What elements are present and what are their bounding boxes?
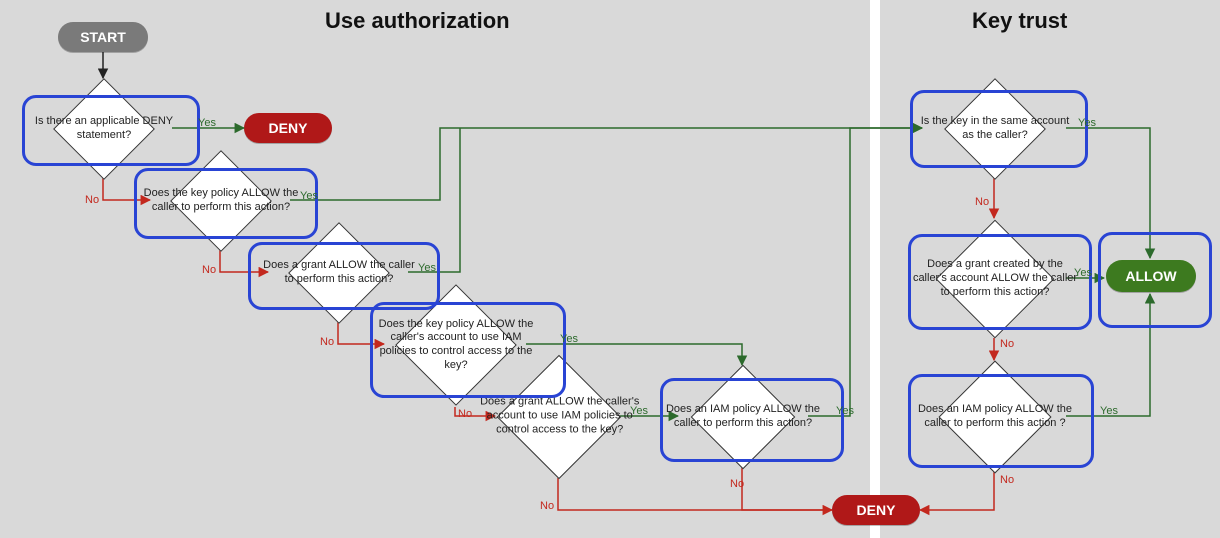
label-d3-yes: Yes <box>418 262 436 274</box>
flowchart-canvas: Use authorization Key trust START DENY D… <box>0 0 1220 538</box>
label-d1-yes: Yes <box>198 117 216 129</box>
section-divider <box>870 0 880 538</box>
deny-label-top: DENY <box>269 120 308 136</box>
highlight-d4 <box>370 302 566 398</box>
highlight-k1 <box>910 90 1088 168</box>
deny-node-bottom: DENY <box>832 495 920 525</box>
label-k2-yes: Yes <box>1074 267 1092 279</box>
highlight-k2 <box>908 234 1092 330</box>
label-d4-no: No <box>458 408 472 420</box>
label-k3-yes: Yes <box>1100 405 1118 417</box>
deny-node-top: DENY <box>244 113 332 143</box>
deny-label-bottom: DENY <box>857 502 896 518</box>
highlight-d3 <box>248 242 440 310</box>
highlight-d2 <box>134 168 318 239</box>
label-k1-yes: Yes <box>1078 117 1096 129</box>
decision-d5-text: Does a grant ALLOW the caller's account … <box>475 396 645 437</box>
section-title-use-authorization: Use authorization <box>325 8 510 34</box>
label-d2-no: No <box>202 264 216 276</box>
highlight-d1 <box>22 95 200 166</box>
highlight-d6 <box>660 378 844 462</box>
highlight-k3 <box>908 374 1094 468</box>
label-d5-yes: Yes <box>630 405 648 417</box>
label-k1-no: No <box>975 196 989 208</box>
start-node: START <box>58 22 148 52</box>
label-d2-yes: Yes <box>300 190 318 202</box>
label-k3-no: No <box>1000 474 1014 486</box>
label-k2-no: No <box>1000 338 1014 350</box>
label-d5-no: No <box>540 500 554 512</box>
label-d6-no: No <box>730 478 744 490</box>
label-d4-yes: Yes <box>560 333 578 345</box>
label-d6-yes: Yes <box>836 405 854 417</box>
label-d3-no: No <box>320 336 334 348</box>
section-title-key-trust: Key trust <box>972 8 1067 34</box>
start-label: START <box>80 29 126 45</box>
highlight-allow <box>1098 232 1212 328</box>
label-d1-no: No <box>85 194 99 206</box>
